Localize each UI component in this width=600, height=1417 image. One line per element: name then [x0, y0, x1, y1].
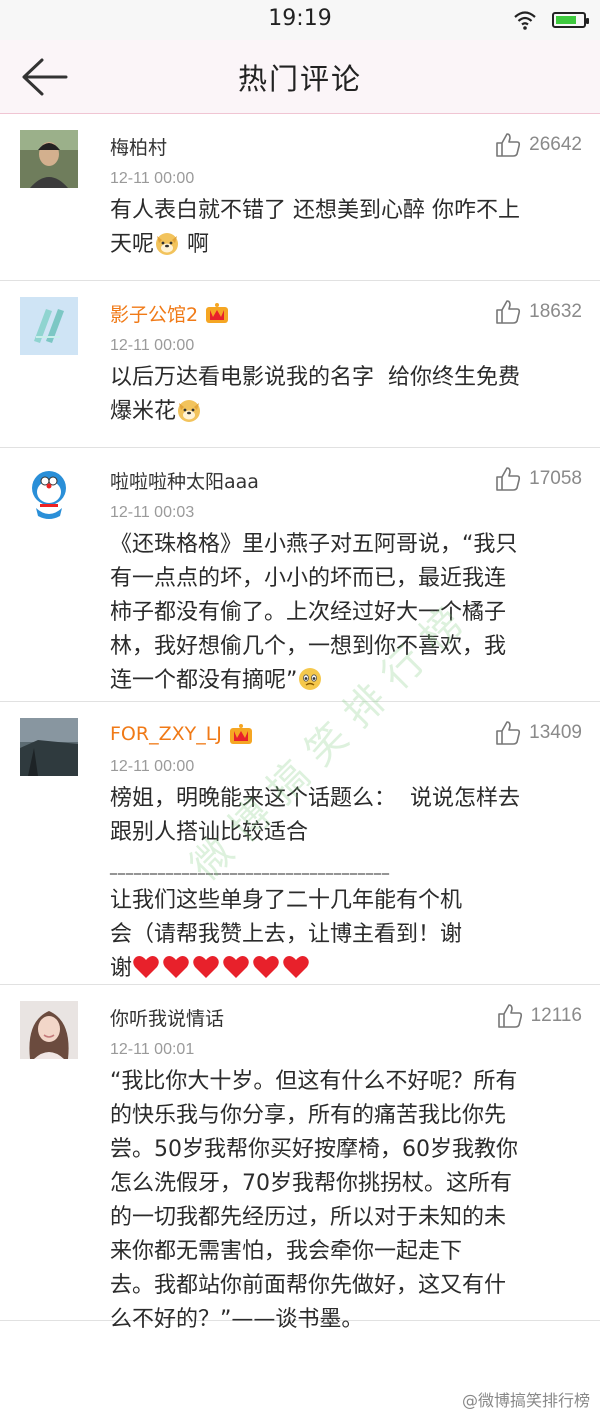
comment-item: 梅柏村 26642 12-11 00:00 有人表白就不错了 还想美到心醉 你咋…	[0, 114, 600, 281]
thumbs-up-icon	[496, 300, 521, 324]
avatar[interactable]	[20, 130, 78, 188]
avatar[interactable]	[20, 297, 78, 355]
comment-line: 林，我好想偷几个，一想到你不喜欢，我	[110, 634, 507, 659]
thumbs-up-icon	[496, 721, 521, 745]
comment-line: 爆米花	[110, 399, 177, 424]
comment-line: 来你都无需害怕，我会牵你一起走下	[110, 1239, 463, 1264]
thumbs-up-icon	[496, 467, 521, 491]
avatar[interactable]	[20, 464, 78, 522]
heart-emoji-icon	[163, 956, 189, 978]
like-button[interactable]: 12116	[497, 1003, 582, 1029]
status-bar: 19:19	[0, 0, 600, 40]
like-count: 13409	[529, 722, 582, 743]
comment-time: 12-11 00:00	[110, 758, 195, 775]
wifi-icon	[514, 11, 536, 30]
author-name[interactable]: 啦啦啦种太阳aaa	[110, 467, 259, 494]
heart-emoji-group	[132, 956, 312, 981]
footer-watermark: @微博搞笑排行榜	[461, 1391, 590, 1410]
status-time: 19:19	[268, 6, 332, 31]
like-button[interactable]: 26642	[495, 132, 582, 158]
comment-line: 柿子都没有偷了。上次经过好大一个橘子	[110, 600, 507, 625]
author-name[interactable]: 影子公馆2	[110, 300, 198, 327]
comment-line: 么不好的？”——谈书墨。	[110, 1307, 364, 1332]
like-count: 26642	[529, 134, 582, 155]
comment-text: 榜姐，明晚能来这个话题么： 说说怎样去 跟别人搭讪比较适合 __________…	[110, 782, 570, 986]
thumbs-up-icon	[497, 1004, 522, 1028]
comment-line: 有一点点的坏，小小的坏而已，最近我连	[110, 566, 507, 591]
comment-text: 《还珠格格》里小燕子对五阿哥说，“我只 有一点点的坏，小小的坏而已，最近我连 柿…	[110, 528, 570, 698]
comment-line: 的一切我都先经历过，所以对于未知的未	[110, 1205, 507, 1230]
comment-line: 会（请帮我赞上去，让博主看到！谢	[110, 922, 463, 947]
thumbs-up-icon	[496, 133, 521, 157]
nav-bar: 热门评论	[0, 40, 600, 114]
heart-emoji-icon	[133, 956, 159, 978]
comment-time: 12-11 00:03	[110, 504, 195, 521]
avatar[interactable]	[20, 718, 78, 776]
vip-crown-icon	[206, 303, 229, 323]
comment-line: 尝。50岁我帮你买好按摩椅，60岁我教你	[110, 1137, 518, 1162]
comment-time: 12-11 00:00	[110, 337, 195, 354]
comment-list: 梅柏村 26642 12-11 00:00 有人表白就不错了 还想美到心醉 你咋…	[0, 114, 600, 1332]
author-name[interactable]: 你听我说情话	[110, 1004, 224, 1031]
heart-emoji-icon	[283, 956, 309, 978]
sad-face-emoji-icon	[299, 668, 322, 690]
comment-line: 让我们这些单身了二十几年能有个机	[110, 888, 463, 913]
comment-item: 你听我说情话 12116 12-11 00:01 “我比你大十岁。但这有什么不好…	[0, 985, 600, 1332]
doge-emoji-icon	[178, 400, 201, 422]
page-title: 热门评论	[237, 62, 362, 96]
comment-line: 谢	[110, 956, 133, 981]
like-button[interactable]: 18632	[495, 299, 582, 325]
comment-line: 连一个都没有摘呢”	[110, 668, 298, 693]
like-count: 12116	[530, 1005, 582, 1026]
comment-line: 的快乐我与你分享，所有的痛苦我比你先	[110, 1103, 507, 1128]
battery-level	[556, 16, 576, 24]
like-button[interactable]: 17058	[495, 466, 582, 492]
comment-item: 影子公馆2 18632 12-11 00:00 以后万达看电影说我的名字 给你终…	[0, 281, 600, 448]
vip-crown-icon	[229, 724, 252, 744]
comment-text: 有人表白就不错了 还想美到心醉 你咋不上 天呢 啊	[110, 194, 570, 262]
comment-line: 以后万达看电影说我的名字 给你终生免费	[110, 365, 520, 390]
heart-emoji-icon	[253, 956, 279, 978]
author-name[interactable]: 梅柏村	[110, 133, 167, 160]
comment-line: 天呢	[110, 232, 155, 257]
battery-icon	[552, 12, 589, 28]
heart-emoji-icon	[193, 956, 219, 978]
comment-text: 以后万达看电影说我的名字 给你终生免费 爆米花	[110, 361, 570, 429]
doge-emoji-icon	[156, 233, 179, 255]
author-name[interactable]: FOR_ZXY_LJ	[110, 723, 222, 745]
comment-line: 榜姐，明晚能来这个话题么： 说说怎样去	[110, 786, 520, 811]
comment-text: “我比你大十岁。但这有什么不好呢？所有 的快乐我与你分享，所有的痛苦我比你先 尝…	[110, 1065, 570, 1337]
comment-time: 12-11 00:01	[110, 1041, 195, 1058]
avatar[interactable]	[20, 1001, 78, 1059]
comment-time: 12-11 00:00	[110, 170, 195, 187]
comment-line: 《还珠格格》里小燕子对五阿哥说，“我只	[110, 532, 518, 557]
comment-line: 啊	[180, 232, 210, 257]
like-count: 17058	[529, 468, 582, 489]
like-button[interactable]: 13409	[495, 720, 582, 746]
comment-line: 去。我都站你前面帮你先做好，这又有什	[110, 1273, 507, 1298]
comment-line: 有人表白就不错了 还想美到心醉 你咋不上	[110, 198, 520, 223]
comment-item: 啦啦啦种太阳aaa 17058 12-11 00:03 《还珠格格》里小燕子对五…	[0, 448, 600, 702]
comment-line: ___________________________________	[110, 859, 390, 875]
heart-emoji-icon	[223, 956, 249, 978]
like-count: 18632	[529, 301, 582, 322]
comment-line: “我比你大十岁。但这有什么不好呢？所有	[110, 1069, 518, 1094]
comment-item: FOR_ZXY_LJ 13409 12-11 00:00 榜姐，明晚能来这个话题…	[0, 702, 600, 985]
comment-line: 跟别人搭讪比较适合	[110, 820, 309, 845]
comment-line: 怎么洗假牙，70岁我帮你挑拐杖。这所有	[110, 1171, 512, 1196]
